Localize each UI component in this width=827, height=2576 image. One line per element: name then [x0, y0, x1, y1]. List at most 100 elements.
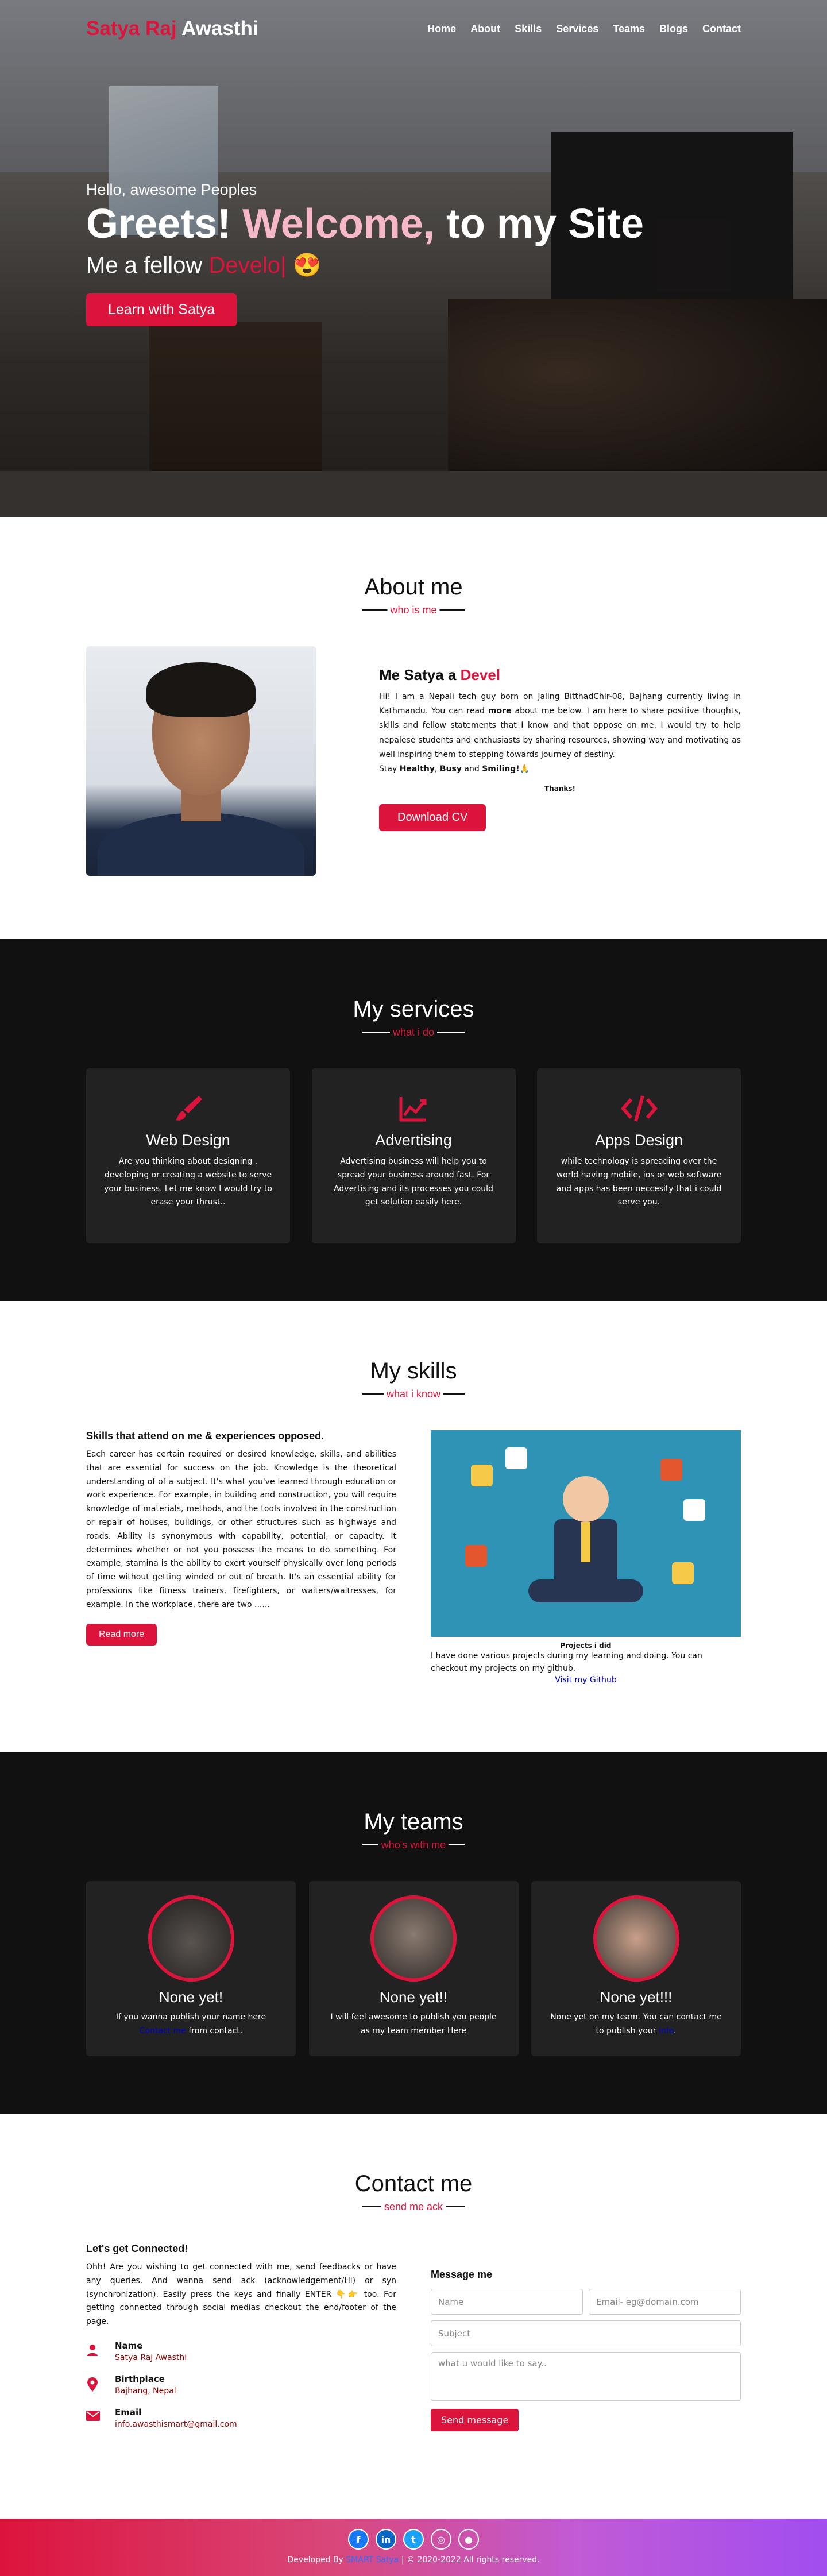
info-value: Bajhang, Nepal	[115, 2386, 176, 2396]
about-thanks: Thanks!	[544, 785, 575, 793]
skills-section: My skills what i know Skills that attend…	[0, 1301, 827, 1752]
services-title-text: My services	[353, 997, 474, 1022]
contact-info-name: Name Satya Raj Awasthi	[86, 2341, 396, 2362]
service-card-advertising[interactable]: Advertising Advertising business will he…	[311, 1068, 516, 1243]
navbar: Satya Raj Awasthi Home About Skills Serv…	[0, 0, 827, 57]
about-title: About me who is me	[86, 574, 741, 623]
hero-headline-welcome: Welcome,	[242, 201, 435, 247]
team-text-part: from contact.	[188, 2026, 243, 2036]
team-card-3: None yet!!! None yet on my team. You can…	[531, 1881, 741, 2056]
nav-item-about[interactable]: About	[470, 23, 500, 35]
info-label: Birthplace	[115, 2373, 165, 2384]
footer-suffix: | © 2020-2022 All rights reserved.	[401, 2555, 540, 2565]
hero-content: Hello, awesome Peoples Greets! Welcome, …	[86, 181, 644, 326]
download-cv-button[interactable]: Download CV	[379, 804, 486, 832]
contact-info-column: Let's get Connected! Ohh! Are you wishin…	[86, 2243, 396, 2431]
skills-subtitle: what i know	[383, 1388, 444, 1400]
social-links: f in t ◎ ●	[0, 2529, 827, 2550]
contact-info-birthplace: Birthplace Bajhang, Nepal	[86, 2374, 396, 2396]
illustration-chart-icon	[471, 1465, 493, 1486]
profile-photo	[86, 646, 316, 876]
about-stay-prefix: Stay	[379, 764, 397, 774]
hero-tagline: Me a fellow Develo| 😍	[86, 252, 644, 279]
chart-line-icon	[329, 1091, 498, 1126]
nav-item-blogs[interactable]: Blogs	[659, 23, 688, 35]
name-field[interactable]	[431, 2289, 583, 2315]
read-more-button[interactable]: Read more	[86, 1623, 157, 1646]
about-section: About me who is me Me Satya a Devel Hi! …	[0, 517, 827, 939]
skills-title-text: My skills	[370, 1358, 457, 1384]
team-text-part: None yet on my team. You can contact me …	[550, 2013, 722, 2036]
copyright: Developed By SMART Satya | © 2020-2022 A…	[0, 2555, 827, 2565]
instagram-icon[interactable]: ◎	[431, 2529, 451, 2550]
nav-item-services[interactable]: Services	[556, 23, 598, 35]
teams-title: My teams who's with me	[86, 1809, 741, 1858]
profile-photo-hair	[146, 662, 256, 717]
services-cards: Web Design Are you thinking about design…	[86, 1068, 741, 1243]
info-label: Name	[115, 2340, 143, 2351]
illustration-idea-icon	[672, 1562, 694, 1584]
team-member-name: None yet!	[159, 1988, 223, 2006]
service-card-web-design[interactable]: Web Design Are you thinking about design…	[86, 1068, 290, 1243]
info-value[interactable]: info.awasthismart@gmail.com	[115, 2420, 237, 2429]
about-title-text: About me	[364, 574, 463, 600]
about-stay-emoji: 🙏	[519, 764, 530, 774]
nav-item-contact[interactable]: Contact	[702, 23, 741, 35]
team-member-name: None yet!!!	[600, 1988, 673, 2006]
contact-section: Contact me send me ack Let's get Connect…	[0, 2114, 827, 2519]
avatar	[370, 1895, 457, 1982]
learn-with-satya-button[interactable]: Learn with Satya	[86, 293, 237, 326]
contact-content: Let's get Connected! Ohh! Are you wishin…	[86, 2243, 741, 2431]
services-subtitle: what i do	[389, 1026, 438, 1038]
about-name: Me Satya a Devel	[379, 666, 741, 684]
contact-form: Send message	[431, 2289, 741, 2431]
map-marker-icon	[86, 2374, 115, 2395]
about-name-typed: Devel	[460, 666, 501, 683]
service-card-apps-design[interactable]: Apps Design while technology is spreadin…	[537, 1068, 741, 1243]
team-member-name: None yet!!	[379, 1988, 448, 2006]
hero-headline: Greets! Welcome, to my Site	[86, 203, 644, 245]
team-contact-link[interactable]: Contact me	[140, 2026, 186, 2036]
paintbrush-icon	[103, 1091, 273, 1126]
about-stay-smiling: Smiling!	[482, 764, 520, 774]
hero-headline-greets: Greets!	[86, 201, 231, 247]
contact-title-text: Contact me	[354, 2171, 473, 2196]
service-card-title: Apps Design	[594, 1131, 683, 1149]
contact-info-email: Email info.awasthismart@gmail.com	[86, 2407, 396, 2429]
teams-subtitle: who's with me	[378, 1839, 449, 1851]
footer-author[interactable]: SMART Satya	[346, 2555, 399, 2565]
about-stay-healthy: Healthy	[399, 764, 435, 774]
message-field[interactable]	[431, 2352, 741, 2401]
team-cards: None yet! If you wanna publish your name…	[86, 1881, 741, 2056]
subject-field[interactable]	[431, 2320, 741, 2346]
email-field[interactable]	[589, 2289, 741, 2315]
contact-heading: Let's get Connected!	[86, 2243, 188, 2254]
github-link[interactable]: Visit my Github	[431, 1675, 741, 1685]
nav-item-home[interactable]: Home	[427, 23, 456, 35]
illustration-envelope-icon	[683, 1499, 705, 1521]
twitter-icon[interactable]: t	[403, 2529, 424, 2550]
skills-body: Each career has certain required or desi…	[86, 1450, 396, 1609]
facebook-icon[interactable]: f	[348, 2529, 369, 2550]
linkedin-icon[interactable]: in	[376, 2529, 396, 2550]
skills-projects-column: Projects i did I have done various proje…	[431, 1430, 741, 1685]
projects-caption: Projects i did	[560, 1642, 612, 1650]
site-logo[interactable]: Satya Raj Awasthi	[86, 17, 258, 40]
hero-greeting: Hello, awesome Peoples	[86, 181, 257, 198]
projects-illustration	[431, 1430, 741, 1637]
logo-first-name: Satya Raj	[86, 17, 177, 40]
team-member-text: None yet on my team. You can contact me …	[548, 2011, 724, 2038]
illustration-tie	[581, 1522, 590, 1562]
github-icon[interactable]: ●	[458, 2529, 479, 2550]
envelope-icon	[86, 2407, 115, 2423]
team-info-link[interactable]: info	[659, 2026, 674, 2036]
about-subtitle: who is me	[387, 604, 440, 616]
nav-item-teams[interactable]: Teams	[613, 23, 645, 35]
footer-prefix: Developed By	[287, 2555, 343, 2565]
profile-photo-shirt	[98, 813, 304, 876]
send-message-button[interactable]: Send message	[431, 2409, 519, 2431]
contact-title: Contact me send me ack	[86, 2171, 741, 2220]
nav-item-skills[interactable]: Skills	[515, 23, 542, 35]
projects-text: I have done various projects during my l…	[431, 1651, 702, 1674]
person-icon	[86, 2341, 115, 2359]
